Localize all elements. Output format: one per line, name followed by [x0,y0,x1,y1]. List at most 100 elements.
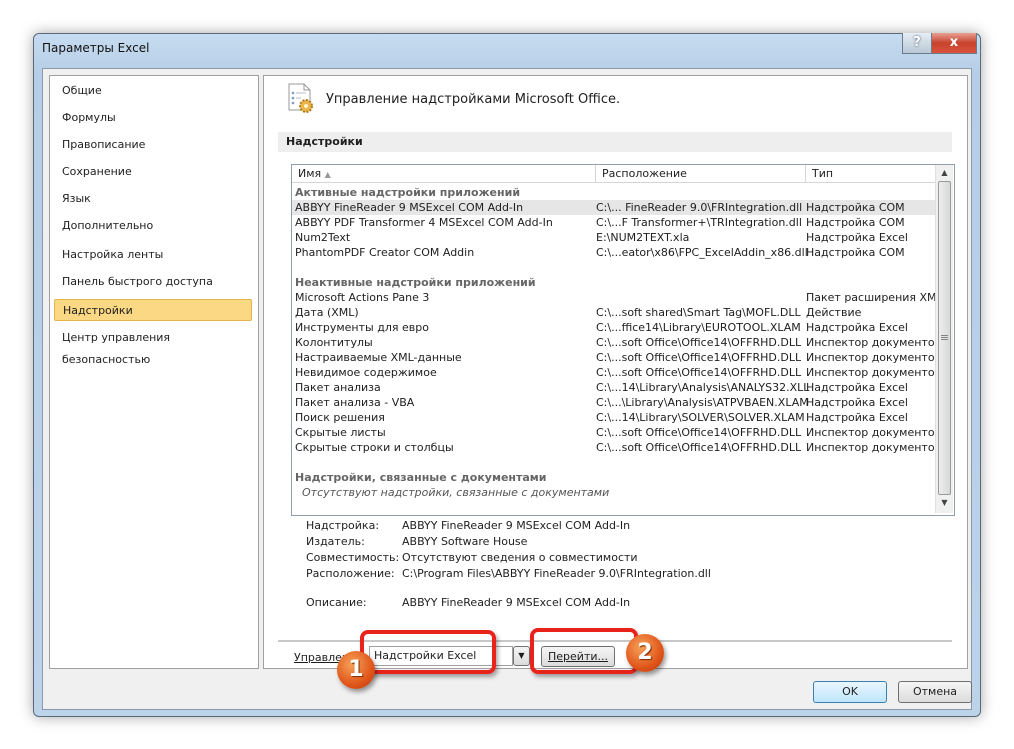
sidebar-item[interactable]: Центр управления безопасностью [54,327,252,366]
detail-value: ABBYY Software House [402,535,528,548]
location-cell: C:\...soft Office\Office14\OFFRHD.DLL [596,426,802,439]
sidebar-item[interactable]: Дополнительно [54,215,252,237]
highlight-go-button [530,628,638,674]
detail-value: C:\Program Files\ABBYY FineReader 9.0\FR… [402,567,711,580]
type-cell: Инспектор документов [806,351,942,364]
sidebar-item[interactable]: Панель быстрого доступа [54,271,252,293]
dialog-body: Общие Формулы Правописание Сохранение Язык До… [42,68,972,710]
location-cell: E:\NUM2TEXT.xla [596,231,690,244]
type-cell: Надстройка Excel [806,231,908,244]
type-cell: Надстройка Excel [806,411,908,424]
sidebar-item[interactable]: Общие [54,80,252,102]
table-row[interactable]: Невидимое содержимое C:\...soft Office\Of… [292,365,941,380]
table-row[interactable]: PhantomPDF Creator COM Addin C:\...eator\… [292,245,935,260]
column-label: Имя [298,167,322,180]
name-cell: Пакет анализа - VBA [295,396,415,409]
type-cell: Инспектор документов [806,426,942,439]
detail-label: Надстройка: [306,519,380,532]
type-cell: Надстройка COM [806,201,905,214]
detail-value: ABBYY FineReader 9 MSExcel COM Add-In [402,519,631,532]
detail-label: Расположение: [306,567,395,580]
table-row[interactable]: Пакет анализа - VBA C:\...\Library\Analys… [292,395,935,410]
sidebar-item[interactable]: Настройка ленты [54,244,252,266]
table-row[interactable]: Настраиваемые XML-данные C:\...soft Offic… [292,350,941,365]
section-header: Надстройки [278,132,952,152]
callout-2: 2 [626,634,664,672]
scroll-thumb[interactable]: ≡ [938,181,951,495]
location-cell: C:\...soft Office\Office14\OFFRHD.DLL [596,336,802,349]
name-cell: Колонтитулы [295,336,373,349]
sidebar: Общие Формулы Правописание Сохранение Язык До… [49,75,259,669]
sort-up-icon: ▲ [324,170,331,179]
dropdown-arrow-icon[interactable]: ▼ [513,646,530,666]
name-cell: ABBYY PDF Transformer 4 MSExcel COM Add-… [295,216,553,229]
table-row[interactable]: Скрытые листы C:\...soft Office\Office14\… [292,425,941,440]
callout-1: 1 [337,651,375,689]
addins-gear-icon [288,83,313,113]
type-cell: Инспектор документов [806,336,942,349]
cancel-button[interactable]: Отмена [898,681,972,703]
detail-label: Издатель: [306,535,365,548]
type-cell: Надстройка Excel [806,381,908,394]
location-cell: C:\...soft shared\Smart Tag\MOFL.DLL [596,306,801,319]
type-cell: Надстройка Excel [806,321,908,334]
name-cell: Поиск решения [295,411,385,424]
help-button[interactable]: ? [902,33,932,54]
name-cell: Пакет анализа [295,381,381,394]
name-cell: Настраиваемые XML-данные [295,351,462,364]
name-cell: Невидимое содержимое [295,366,437,379]
name-cell: ABBYY FineReader 9 MSExcel COM Add-In [295,201,524,214]
name-cell: Num2Text [295,231,351,244]
name-cell: Скрытые строки и столбцы [295,441,454,454]
group-header: Надстройки, связанные с документами [292,470,935,485]
table-row[interactable]: Колонтитулы C:\...soft Office\Office14\OF… [292,335,941,350]
table-row[interactable]: Инструменты для евро C:\...ffice14\Librar… [292,320,935,335]
empty-text: Отсутствуют надстройки, связанные с доку… [302,486,610,499]
type-cell: Надстройка COM [806,216,905,229]
location-cell: C:\...\Library\Analysis\ATPVBAEN.XLAM [596,396,809,409]
sidebar-item[interactable]: Правописание [54,134,252,156]
table-row[interactable]: Num2Text E:\NUM2TEXT.xla Надстройка Excel [292,230,935,245]
table-row[interactable]: Поиск решения C:\...14\Library\SOLVER\SOL… [292,410,935,425]
type-cell: Надстройка COM [806,246,905,259]
table-row[interactable]: Скрытые строки и столбцы C:\...soft Offic… [292,440,941,455]
name-cell: PhantomPDF Creator COM Addin [295,246,475,259]
page-heading: Управление надстройками Microsoft Office… [326,92,621,107]
location-cell: C:\...soft Office\Office14\OFFRHD.DLL [596,351,802,364]
scroll-down-icon[interactable]: ▼ [936,495,953,511]
list-scrollbar[interactable]: ▲ ≡ ▼ [935,165,953,513]
table-row[interactable]: Дата (XML) C:\...soft shared\Smart Tag\MO… [292,305,935,320]
sidebar-item[interactable]: Формулы [54,107,252,129]
type-cell: Инспектор документов [806,366,942,379]
name-cell: Скрытые листы [295,426,386,439]
column-location[interactable]: Расположение [596,165,806,183]
close-button[interactable]: x [931,33,977,54]
group-title: Надстройки, связанные с документами [295,471,547,484]
table-row[interactable]: ABBYY FineReader 9 MSExcel COM Add-In C:\… [292,200,935,215]
table-row[interactable]: Microsoft Actions Pane 3 Пакет расширения… [292,290,943,305]
type-cell: Пакет расширения XML [806,291,943,304]
excel-options-dialog: Параметры Excel ? x Общие Формулы Правопис… [33,33,981,717]
location-cell: C:\...14\Library\SOLVER\SOLVER.XLAM [596,411,805,424]
location-cell: C:\... FineReader 9.0\FRIntegration.dll [596,201,803,214]
location-cell: C:\...eator\x86\FPC_ExcelAddin_x86.dll [596,246,808,259]
addins-panel: Управление надстройками Microsoft Office… [263,75,968,669]
type-cell: Надстройка Excel [806,396,908,409]
column-type[interactable]: Тип [806,165,935,183]
table-row[interactable]: ABBYY PDF Transformer 4 MSExcel COM Add-… [292,215,935,230]
detail-label: Совместимость: [306,551,400,564]
location-cell: C:\...soft Office\Office14\OFFRHD.DLL [596,366,802,379]
column-name[interactable]: Имя ▲ [292,165,596,183]
addins-list[interactable]: Имя ▲ Расположение Тип Активные надстрой… [291,164,955,516]
table-row[interactable]: Пакет анализа C:\...14\Library\Analysis\A… [292,380,935,395]
type-cell: Инспектор документов [806,441,942,454]
name-cell: Дата (XML) [295,306,359,319]
sidebar-item[interactable]: Сохранение [54,161,252,183]
sidebar-item[interactable]: Язык [54,188,252,210]
ok-button[interactable]: OK [813,681,887,703]
location-cell: C:\...F Transformer+\TRIntegration.dll [596,216,802,229]
sidebar-item[interactable]: Надстройки [54,299,252,321]
detail-label: Описание: [306,596,367,609]
scroll-up-icon[interactable]: ▲ [936,165,953,181]
detail-value: ABBYY FineReader 9 MSExcel COM Add-In [402,596,631,609]
